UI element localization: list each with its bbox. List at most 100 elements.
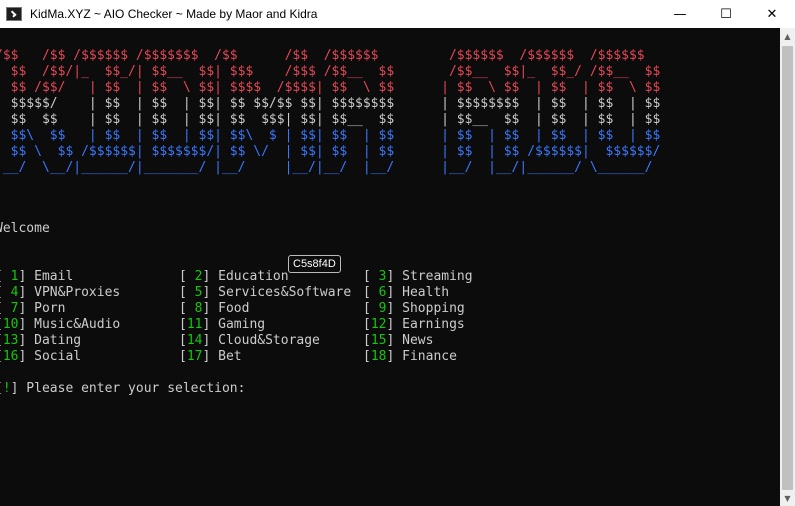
banner-line: /$$ /$$ /$$$$$$ /$$$$$$$ /$$ /$$ /$$$$$$… <box>0 48 645 63</box>
menu-option-number: 11 <box>186 317 203 332</box>
menu-option-label: Cloud&Storage <box>218 333 320 348</box>
bracket-close: ] <box>386 285 403 300</box>
banner-line: | $$$$$/ | $$ | $$ | $$| $$ $$/$$ $$| $$… <box>0 96 661 111</box>
menu-option: [12] Earnings <box>363 317 465 333</box>
menu-option-label: Bet <box>218 349 242 364</box>
bracket-close: ] <box>386 269 403 284</box>
banner-line: | $$\ $$ | $$ | $$ | $$| $$\ $ | $$| $$ … <box>0 128 661 143</box>
bracket-open: [ <box>363 301 371 316</box>
menu-option-label: News <box>402 333 434 348</box>
tooltip: C5s8f4D <box>288 255 341 273</box>
menu-option-number: 10 <box>2 317 19 332</box>
menu-option-label: Health <box>402 285 450 300</box>
bracket-close: ] <box>386 301 403 316</box>
menu-option: [ 8] Food <box>179 301 249 317</box>
menu-option: [ 5] Services&Software <box>179 285 351 301</box>
banner-line: | $$ /$$/ | $$ | $$ \ $$| $$$$ /$$$$| $$… <box>0 80 661 95</box>
banner-line: |__/ \__/|______/|_______/ |__/ |__/|__/… <box>0 160 653 175</box>
menu-option-number: 9 <box>370 301 387 316</box>
menu-option-number: 1 <box>2 269 19 284</box>
bracket-open: [ <box>363 285 371 300</box>
menu-option-label: Social <box>34 349 82 364</box>
menu-option: [ 1] Email <box>0 269 73 285</box>
menu-option: [16] Social <box>0 349 81 365</box>
console-output[interactable]: /$$ /$$ /$$$$$$ /$$$$$$$ /$$ /$$ /$$$$$$… <box>0 28 780 506</box>
menu-option-number: 6 <box>370 285 387 300</box>
menu-option-label: Services&Software <box>218 285 352 300</box>
bracket-close: ] <box>18 317 35 332</box>
bracket-open: [ <box>179 269 187 284</box>
bracket-open: [ <box>363 317 371 332</box>
menu-option-number: 12 <box>370 317 387 332</box>
menu-option-label: Finance <box>402 349 457 364</box>
bracket-open: [ <box>363 349 371 364</box>
maximize-button[interactable]: ☐ <box>703 0 749 28</box>
bracket-close: ] <box>202 333 219 348</box>
menu-option-number: 17 <box>186 349 203 364</box>
menu-option-label: Food <box>218 301 250 316</box>
banner-line: | $$ $$ | $$ | $$ | $$| $$ $$$| $$| $$__… <box>0 112 661 127</box>
menu-option: [18] Finance <box>363 349 457 365</box>
menu-option-number: 8 <box>186 301 203 316</box>
bracket-open: [ <box>363 269 371 284</box>
menu-option-number: 7 <box>2 301 19 316</box>
banner-line: | $$ \ $$ /$$$$$$| $$$$$$$/| $$ \/ | $$|… <box>0 144 661 159</box>
bracket-close: ] <box>202 349 219 364</box>
bracket-close: ] <box>202 317 219 332</box>
bracket-open: [ <box>179 317 187 332</box>
menu-option: [10] Music&Audio <box>0 317 120 333</box>
bracket-close: ] <box>202 269 219 284</box>
bracket-close: ] <box>18 349 35 364</box>
selection-prompt: [!] Please enter your selection: <box>0 381 246 396</box>
menu-option-label: Earnings <box>402 317 465 332</box>
menu-option: [ 3] Streaming <box>363 269 473 285</box>
menu-option-label: Shopping <box>402 301 465 316</box>
bracket-close: ] <box>202 301 219 316</box>
menu-option-label: Dating <box>34 333 82 348</box>
menu-option-number: 2 <box>186 269 203 284</box>
scrollbar-thumb[interactable] <box>782 46 793 490</box>
title-bar[interactable]: KidMa.XYZ ~ AIO Checker ~ Made by Maor a… <box>0 0 795 28</box>
minimize-button[interactable]: — <box>657 0 703 28</box>
menu-option-label: Gaming <box>218 317 266 332</box>
menu-option: [15] News <box>363 333 433 349</box>
menu-option-number: 14 <box>186 333 203 348</box>
menu-option: [14] Cloud&Storage <box>179 333 320 349</box>
menu-option: [ 9] Shopping <box>363 301 465 317</box>
menu-option-number: 15 <box>370 333 387 348</box>
menu-option-number: 18 <box>370 349 387 364</box>
menu-option: [ 7] Porn <box>0 301 65 317</box>
welcome-text: Welcome <box>0 221 50 236</box>
bracket-open: [ <box>179 349 187 364</box>
menu-option: [13] Dating <box>0 333 81 349</box>
bracket-open: [ <box>363 333 371 348</box>
bracket-close: ] <box>386 333 403 348</box>
bracket-close: ] <box>18 301 35 316</box>
console-app-icon <box>6 7 22 21</box>
menu-option: [11] Gaming <box>179 317 265 333</box>
vertical-scrollbar[interactable]: ▲ ▼ <box>780 28 795 506</box>
bracket-close: ] <box>386 349 403 364</box>
menu-option-number: 3 <box>370 269 387 284</box>
menu-option-label: Porn <box>34 301 66 316</box>
menu-option-number: 4 <box>2 285 19 300</box>
bracket-open: [ <box>179 333 187 348</box>
menu-option: [ 2] Education <box>179 269 289 285</box>
bracket-close: ] <box>18 333 35 348</box>
bracket-close: ] <box>202 285 219 300</box>
banner-line: | $$ /$$/|_ $$_/| $$__ $$| $$$ /$$$ /$$_… <box>0 64 661 79</box>
bracket-open: [ <box>179 285 187 300</box>
bracket-close: ] <box>386 317 403 332</box>
menu-option: [ 6] Health <box>363 285 449 301</box>
menu-option: [17] Bet <box>179 349 242 365</box>
bracket-close: ] <box>18 285 35 300</box>
bracket-close: ] <box>18 269 35 284</box>
close-button[interactable]: ✕ <box>749 0 795 28</box>
scroll-up-arrow-icon[interactable]: ▲ <box>780 28 795 44</box>
menu-option-number: 13 <box>2 333 19 348</box>
menu-option-label: Music&Audio <box>34 317 121 332</box>
scroll-down-arrow-icon[interactable]: ▼ <box>780 490 795 506</box>
menu-option-label: Streaming <box>402 269 473 284</box>
window-title: KidMa.XYZ ~ AIO Checker ~ Made by Maor a… <box>30 7 318 21</box>
menu-option: [ 4] VPN&Proxies <box>0 285 120 301</box>
